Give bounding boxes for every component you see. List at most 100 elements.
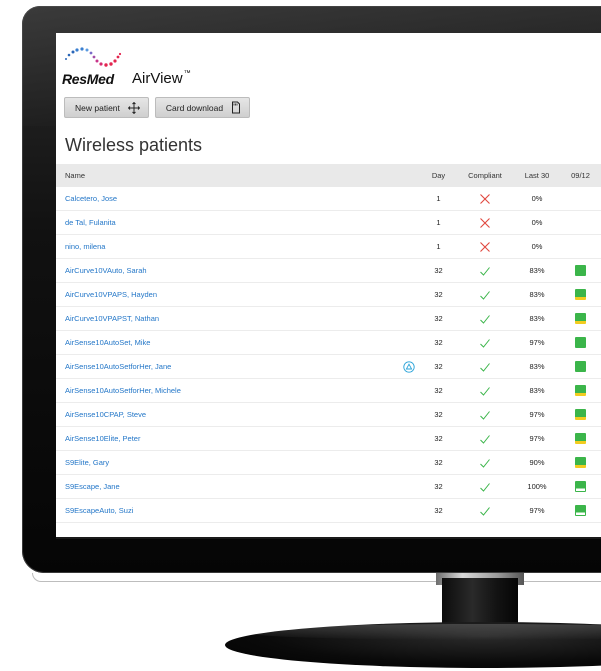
app-screen: ResMed AirView™ New patient Card downloa… bbox=[56, 33, 601, 537]
compliant-cell bbox=[456, 481, 514, 493]
patient-name-link[interactable]: de Tal, Fulanita bbox=[56, 218, 396, 227]
usage-cell bbox=[560, 433, 601, 444]
table-row[interactable]: AirSense10CPAP, Steve 32 97% bbox=[56, 403, 601, 427]
header-name[interactable]: Name bbox=[56, 171, 396, 180]
compliant-cell bbox=[456, 313, 514, 325]
patient-name-link[interactable]: AirSense10CPAP, Steve bbox=[56, 410, 396, 419]
patient-name-link[interactable]: AirCurve10VPAPS, Hayden bbox=[56, 290, 396, 299]
usage-square-icon bbox=[575, 481, 586, 492]
check-icon bbox=[480, 338, 490, 348]
compliant-cell bbox=[456, 337, 514, 349]
table-row[interactable]: nino, milena 1 0% bbox=[56, 235, 601, 259]
usage-square-icon bbox=[575, 505, 586, 516]
patient-name-link[interactable]: Calcetero, Jose bbox=[56, 194, 396, 203]
usage-cell bbox=[560, 313, 601, 324]
header-day[interactable]: Day bbox=[421, 171, 456, 180]
row-flag-cell bbox=[396, 360, 421, 373]
usage-square-icon bbox=[575, 457, 586, 468]
new-patient-label: New patient bbox=[75, 102, 120, 113]
usage-cell bbox=[560, 265, 601, 276]
table-row[interactable]: AirCurve10VPAPS, Hayden 32 83% bbox=[56, 283, 601, 307]
compliant-cell bbox=[456, 385, 514, 397]
move-arrows-icon bbox=[127, 101, 140, 114]
last30-cell: 0% bbox=[531, 194, 543, 203]
table-row[interactable]: AirCurve10VPAPST, Nathan 32 83% bbox=[56, 307, 601, 331]
usage-square-icon bbox=[575, 409, 586, 420]
compliant-cell bbox=[456, 505, 514, 517]
day-cell: 32 bbox=[434, 362, 443, 371]
patients-table: Name Day Compliant Last 30 09/12 Calcete… bbox=[56, 164, 601, 523]
last30-cell: 97% bbox=[529, 506, 545, 515]
card-download-label: Card download bbox=[165, 102, 224, 113]
usage-square-icon bbox=[575, 265, 586, 276]
usage-cell bbox=[560, 481, 601, 492]
compliant-cell bbox=[456, 265, 514, 277]
patient-name-link[interactable]: S9EscapeAuto, Suzi bbox=[56, 506, 396, 515]
patient-name-link[interactable]: nino, milena bbox=[56, 242, 396, 251]
day-cell: 32 bbox=[434, 458, 443, 467]
header-compliant[interactable]: Compliant bbox=[456, 171, 514, 180]
day-cell: 32 bbox=[434, 506, 443, 515]
check-icon bbox=[480, 410, 490, 420]
day-cell: 32 bbox=[434, 386, 443, 395]
usage-square-icon bbox=[575, 313, 586, 324]
patient-name-link[interactable]: AirSense10Elite, Peter bbox=[56, 434, 396, 443]
last30-cell: 83% bbox=[529, 386, 545, 395]
usage-cell bbox=[560, 505, 601, 516]
last30-cell: 97% bbox=[529, 410, 545, 419]
compliant-cell bbox=[456, 361, 514, 373]
patient-name-link[interactable]: AirSense10AutoSetforHer, Jane bbox=[56, 362, 396, 371]
screen-edge bbox=[56, 537, 601, 539]
patient-name-link[interactable]: S9Elite, Gary bbox=[56, 458, 396, 467]
trademark-mark: ™ bbox=[183, 70, 191, 77]
patient-name-link[interactable]: AirSense10AutoSet, Mike bbox=[56, 338, 396, 347]
table-header: Name Day Compliant Last 30 09/12 bbox=[56, 164, 601, 187]
table-row[interactable]: AirSense10AutoSetforHer, Jane 32 83% bbox=[56, 355, 601, 379]
patient-name-link[interactable]: AirCurve10VAuto, Sarah bbox=[56, 266, 396, 275]
patient-name-link[interactable]: AirSense10AutoSetforHer, Michele bbox=[56, 386, 396, 395]
product-name: AirView™ bbox=[132, 70, 191, 87]
patient-name-link[interactable]: AirCurve10VPAPST, Nathan bbox=[56, 314, 396, 323]
check-icon bbox=[480, 386, 490, 396]
table-row[interactable]: Calcetero, Jose 1 0% bbox=[56, 187, 601, 211]
day-cell: 1 bbox=[436, 194, 441, 203]
usage-cell bbox=[560, 337, 601, 348]
day-cell: 1 bbox=[436, 242, 441, 251]
table-body: Calcetero, Jose 1 0% de Tal, Fulanita 1 0% nin… bbox=[56, 187, 601, 523]
compliant-cell bbox=[456, 217, 514, 229]
logo: ResMed AirView™ bbox=[62, 45, 262, 90]
check-icon bbox=[480, 506, 490, 516]
usage-cell bbox=[560, 409, 601, 420]
table-row[interactable]: S9Escape, Jane 32 100% bbox=[56, 475, 601, 499]
cross-icon bbox=[480, 193, 490, 204]
new-patient-button[interactable]: New patient bbox=[64, 97, 149, 118]
header-last30[interactable]: Last 30 bbox=[514, 171, 560, 180]
day-cell: 32 bbox=[434, 266, 443, 275]
card-download-button[interactable]: Card download bbox=[154, 97, 251, 118]
table-row[interactable]: de Tal, Fulanita 1 0% bbox=[56, 211, 601, 235]
table-row[interactable]: AirSense10Elite, Peter 32 97% bbox=[56, 427, 601, 451]
monitor-scene: ResMed AirView™ New patient Card downloa… bbox=[0, 0, 601, 671]
table-row[interactable]: S9Elite, Gary 32 90% bbox=[56, 451, 601, 475]
usage-square-icon bbox=[575, 289, 586, 300]
usage-square-icon bbox=[575, 337, 586, 348]
check-icon bbox=[480, 266, 490, 276]
table-row[interactable]: AirSense10AutoSetforHer, Michele 32 83% bbox=[56, 379, 601, 403]
header-date: 09/12 bbox=[571, 171, 590, 180]
alert-triangle-icon[interactable] bbox=[402, 360, 415, 373]
product-label: AirView bbox=[132, 70, 183, 87]
last30-cell: 0% bbox=[531, 218, 543, 227]
table-row[interactable]: AirSense10AutoSet, Mike 32 97% bbox=[56, 331, 601, 355]
last30-cell: 97% bbox=[529, 338, 545, 347]
table-row[interactable]: AirCurve10VAuto, Sarah 32 83% bbox=[56, 259, 601, 283]
compliant-cell bbox=[456, 193, 514, 205]
table-row[interactable]: S9EscapeAuto, Suzi 32 97% bbox=[56, 499, 601, 523]
usage-square-icon bbox=[575, 361, 586, 372]
compliant-cell bbox=[456, 409, 514, 421]
patient-name-link[interactable]: S9Escape, Jane bbox=[56, 482, 396, 491]
day-cell: 32 bbox=[434, 338, 443, 347]
last30-cell: 0% bbox=[531, 242, 543, 251]
last30-cell: 90% bbox=[529, 458, 545, 467]
page-title: Wireless patients bbox=[65, 135, 203, 155]
usage-cell bbox=[560, 385, 601, 396]
